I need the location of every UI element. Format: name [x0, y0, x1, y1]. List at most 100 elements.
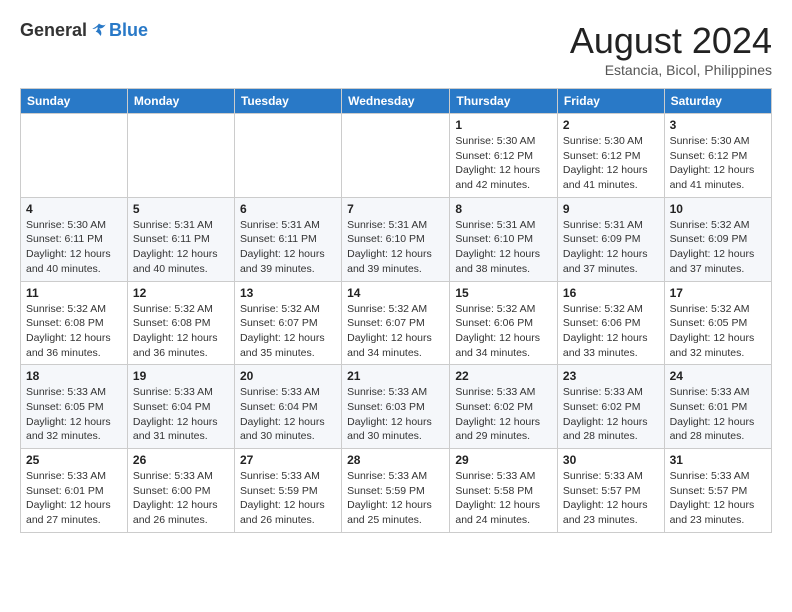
day-info: Sunrise: 5:32 AMSunset: 6:07 PMDaylight:…	[240, 302, 336, 361]
day-cell: 15Sunrise: 5:32 AMSunset: 6:06 PMDayligh…	[450, 281, 558, 365]
calendar-title: August 2024	[570, 20, 772, 62]
day-number: 12	[133, 286, 229, 300]
day-number: 17	[670, 286, 766, 300]
day-info: Sunrise: 5:33 AMSunset: 6:01 PMDaylight:…	[26, 469, 122, 528]
day-number: 8	[455, 202, 552, 216]
header-monday: Monday	[127, 89, 234, 114]
day-number: 28	[347, 453, 444, 467]
calendar-subtitle: Estancia, Bicol, Philippines	[570, 62, 772, 78]
day-number: 1	[455, 118, 552, 132]
day-cell: 1 Sunrise: 5:30 AMSunset: 6:12 PMDaylight…	[450, 114, 558, 198]
day-number: 19	[133, 369, 229, 383]
day-cell: 6Sunrise: 5:31 AMSunset: 6:11 PMDaylight…	[234, 197, 341, 281]
day-info: Sunrise: 5:33 AMSunset: 5:59 PMDaylight:…	[347, 469, 444, 528]
day-info: Sunrise: 5:30 AMSunset: 6:12 PMDaylight:…	[455, 134, 552, 193]
day-info: Sunrise: 5:32 AMSunset: 6:08 PMDaylight:…	[26, 302, 122, 361]
day-info: Sunrise: 5:32 AMSunset: 6:06 PMDaylight:…	[455, 302, 552, 361]
day-cell: 7 Sunrise: 5:31 AMSunset: 6:10 PMDaylight…	[342, 197, 450, 281]
day-cell: 9Sunrise: 5:31 AMSunset: 6:09 PMDaylight…	[557, 197, 664, 281]
day-cell: 27 Sunrise: 5:33 AMSunset: 5:59 PMDayligh…	[234, 449, 341, 533]
logo: General Blue	[20, 20, 148, 41]
day-number: 29	[455, 453, 552, 467]
day-number: 10	[670, 202, 766, 216]
day-number: 20	[240, 369, 336, 383]
day-number: 7	[347, 202, 444, 216]
day-cell: 31 Sunrise: 5:33 AMSunset: 5:57 PMDayligh…	[664, 449, 771, 533]
day-number: 11	[26, 286, 122, 300]
day-cell: 16Sunrise: 5:32 AMSunset: 6:06 PMDayligh…	[557, 281, 664, 365]
day-info: Sunrise: 5:32 AMSunset: 6:06 PMDaylight:…	[563, 302, 659, 361]
day-info: Sunrise: 5:33 AMSunset: 5:57 PMDaylight:…	[670, 469, 766, 528]
header-tuesday: Tuesday	[234, 89, 341, 114]
day-info: Sunrise: 5:30 AMSunset: 6:12 PMDaylight:…	[670, 134, 766, 193]
day-cell: 8 Sunrise: 5:31 AMSunset: 6:10 PMDaylight…	[450, 197, 558, 281]
week-row-1: 1 Sunrise: 5:30 AMSunset: 6:12 PMDaylight…	[21, 114, 772, 198]
day-info: Sunrise: 5:32 AMSunset: 6:07 PMDaylight:…	[347, 302, 444, 361]
day-cell: 2Sunrise: 5:30 AMSunset: 6:12 PMDaylight…	[557, 114, 664, 198]
logo-general: General	[20, 20, 87, 41]
day-info: Sunrise: 5:33 AMSunset: 6:02 PMDaylight:…	[563, 385, 659, 444]
header-thursday: Thursday	[450, 89, 558, 114]
week-row-5: 25 Sunrise: 5:33 AMSunset: 6:01 PMDayligh…	[21, 449, 772, 533]
day-number: 21	[347, 369, 444, 383]
header-saturday: Saturday	[664, 89, 771, 114]
day-cell: 18 Sunrise: 5:33 AMSunset: 6:05 PMDayligh…	[21, 365, 128, 449]
day-number: 23	[563, 369, 659, 383]
day-info: Sunrise: 5:33 AMSunset: 6:04 PMDaylight:…	[240, 385, 336, 444]
day-cell: 13 Sunrise: 5:32 AMSunset: 6:07 PMDayligh…	[234, 281, 341, 365]
day-cell: 11 Sunrise: 5:32 AMSunset: 6:08 PMDayligh…	[21, 281, 128, 365]
day-number: 14	[347, 286, 444, 300]
day-number: 27	[240, 453, 336, 467]
day-cell: 29 Sunrise: 5:33 AMSunset: 5:58 PMDayligh…	[450, 449, 558, 533]
day-info: Sunrise: 5:33 AMSunset: 6:02 PMDaylight:…	[455, 385, 552, 444]
day-number: 2	[563, 118, 659, 132]
day-info: Sunrise: 5:30 AMSunset: 6:11 PMDaylight:…	[26, 218, 122, 277]
day-cell: 17Sunrise: 5:32 AMSunset: 6:05 PMDayligh…	[664, 281, 771, 365]
day-cell: 10 Sunrise: 5:32 AMSunset: 6:09 PMDayligh…	[664, 197, 771, 281]
logo-blue: Blue	[109, 20, 148, 41]
day-number: 22	[455, 369, 552, 383]
day-info: Sunrise: 5:33 AMSunset: 6:01 PMDaylight:…	[670, 385, 766, 444]
day-cell: 21 Sunrise: 5:33 AMSunset: 6:03 PMDayligh…	[342, 365, 450, 449]
day-cell: 28 Sunrise: 5:33 AMSunset: 5:59 PMDayligh…	[342, 449, 450, 533]
day-info: Sunrise: 5:31 AMSunset: 6:11 PMDaylight:…	[133, 218, 229, 277]
day-cell: 20 Sunrise: 5:33 AMSunset: 6:04 PMDayligh…	[234, 365, 341, 449]
day-info: Sunrise: 5:32 AMSunset: 6:08 PMDaylight:…	[133, 302, 229, 361]
day-number: 5	[133, 202, 229, 216]
day-cell	[21, 114, 128, 198]
day-number: 4	[26, 202, 122, 216]
day-info: Sunrise: 5:31 AMSunset: 6:10 PMDaylight:…	[455, 218, 552, 277]
day-info: Sunrise: 5:33 AMSunset: 6:04 PMDaylight:…	[133, 385, 229, 444]
day-cell: 22 Sunrise: 5:33 AMSunset: 6:02 PMDayligh…	[450, 365, 558, 449]
day-cell: 12 Sunrise: 5:32 AMSunset: 6:08 PMDayligh…	[127, 281, 234, 365]
day-info: Sunrise: 5:33 AMSunset: 6:05 PMDaylight:…	[26, 385, 122, 444]
day-number: 18	[26, 369, 122, 383]
day-cell: 24 Sunrise: 5:33 AMSunset: 6:01 PMDayligh…	[664, 365, 771, 449]
day-cell: 3 Sunrise: 5:30 AMSunset: 6:12 PMDaylight…	[664, 114, 771, 198]
day-cell: 25 Sunrise: 5:33 AMSunset: 6:01 PMDayligh…	[21, 449, 128, 533]
day-cell: 14 Sunrise: 5:32 AMSunset: 6:07 PMDayligh…	[342, 281, 450, 365]
calendar-table: SundayMondayTuesdayWednesdayThursdayFrid…	[20, 88, 772, 533]
day-number: 13	[240, 286, 336, 300]
day-cell: 26Sunrise: 5:33 AMSunset: 6:00 PMDayligh…	[127, 449, 234, 533]
day-info: Sunrise: 5:33 AMSunset: 6:03 PMDaylight:…	[347, 385, 444, 444]
day-number: 3	[670, 118, 766, 132]
day-info: Sunrise: 5:33 AMSunset: 5:58 PMDaylight:…	[455, 469, 552, 528]
day-info: Sunrise: 5:32 AMSunset: 6:09 PMDaylight:…	[670, 218, 766, 277]
day-cell	[234, 114, 341, 198]
day-info: Sunrise: 5:31 AMSunset: 6:10 PMDaylight:…	[347, 218, 444, 277]
day-number: 6	[240, 202, 336, 216]
logo-text: General Blue	[20, 20, 148, 41]
day-number: 26	[133, 453, 229, 467]
day-number: 31	[670, 453, 766, 467]
day-number: 25	[26, 453, 122, 467]
day-info: Sunrise: 5:31 AMSunset: 6:09 PMDaylight:…	[563, 218, 659, 277]
title-block: August 2024 Estancia, Bicol, Philippines	[570, 20, 772, 78]
day-number: 30	[563, 453, 659, 467]
day-info: Sunrise: 5:33 AMSunset: 5:59 PMDaylight:…	[240, 469, 336, 528]
day-cell: 5 Sunrise: 5:31 AMSunset: 6:11 PMDaylight…	[127, 197, 234, 281]
day-number: 24	[670, 369, 766, 383]
day-cell: 19 Sunrise: 5:33 AMSunset: 6:04 PMDayligh…	[127, 365, 234, 449]
day-info: Sunrise: 5:33 AMSunset: 5:57 PMDaylight:…	[563, 469, 659, 528]
header-wednesday: Wednesday	[342, 89, 450, 114]
